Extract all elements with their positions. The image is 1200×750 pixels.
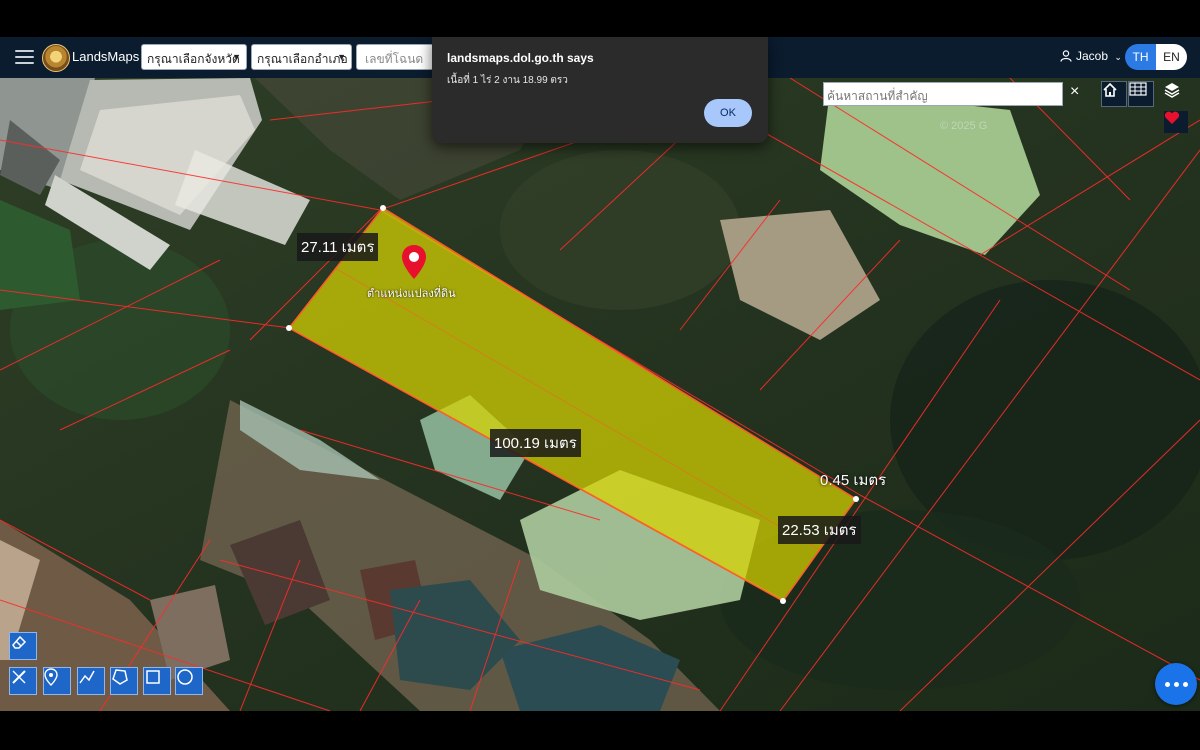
- home-icon: [1103, 82, 1117, 97]
- marker-tool-button[interactable]: [43, 667, 71, 695]
- eraser-icon: [12, 635, 27, 649]
- marker-icon: [44, 668, 58, 686]
- polygon-tool-button[interactable]: [110, 667, 138, 695]
- dialog-title: landsmaps.dol.go.th says: [447, 51, 594, 65]
- rectangle-icon: [146, 670, 160, 684]
- letterbox-bottom: [0, 711, 1200, 750]
- chevron-down-icon: ▼: [337, 52, 346, 62]
- circle-icon: [177, 669, 193, 685]
- polyline-tool-button[interactable]: [77, 667, 105, 695]
- measurement-bottom-edge: 22.53 เมตร: [778, 516, 861, 544]
- deed-number-input[interactable]: เลขที่โฉนด: [356, 44, 434, 70]
- dialog-message: เนื้อที่ 1 ไร่ 2 งาน 18.99 ตรว: [447, 75, 568, 86]
- measurement-long-edge: 100.19 เมตร: [490, 429, 581, 457]
- measurement-short-segment: 0.45 เมตร: [820, 472, 887, 489]
- chevron-down-icon: ▼: [232, 52, 241, 62]
- chevron-down-icon: ⌄: [1114, 52, 1122, 62]
- grid-icon: [1129, 82, 1147, 96]
- dot-icon: [1164, 681, 1170, 687]
- polygon-icon: [112, 669, 128, 685]
- map-view[interactable]: ค้นหาสถานที่สำคัญ × © 2025 G ตำแหน่งแปลง…: [0, 78, 1200, 711]
- district-select[interactable]: กรุณาเลือกอำเภอ ▼: [251, 44, 352, 70]
- browser-alert-dialog: landsmaps.dol.go.th says เนื้อที่ 1 ไร่ …: [432, 37, 768, 143]
- measurement-top-edge: 27.11 เมตร: [297, 233, 379, 261]
- ruler-tool-button[interactable]: [9, 667, 37, 695]
- landmark-search-input[interactable]: ค้นหาสถานที่สำคัญ: [823, 82, 1063, 106]
- polyline-icon: [79, 670, 95, 684]
- ok-button[interactable]: OK: [704, 99, 752, 127]
- dol-logo[interactable]: [42, 44, 70, 72]
- user-name: Jacob: [1076, 49, 1109, 63]
- satellite-imagery: [0, 78, 1200, 711]
- eraser-tool-button[interactable]: [9, 632, 37, 660]
- layers-icon: [1164, 83, 1180, 98]
- menu-icon[interactable]: [15, 50, 34, 65]
- layers-button[interactable]: [1163, 81, 1189, 107]
- dot-icon: [1173, 681, 1179, 687]
- province-select[interactable]: กรุณาเลือกจังหวัด ▼: [141, 44, 247, 70]
- lang-en-button[interactable]: EN: [1156, 44, 1187, 70]
- close-icon[interactable]: ×: [1070, 83, 1079, 101]
- lang-th-button[interactable]: TH: [1125, 44, 1156, 70]
- user-icon: [1060, 50, 1072, 62]
- heart-icon: [1164, 111, 1180, 124]
- circle-tool-button[interactable]: [175, 667, 203, 695]
- letterbox-top: [0, 0, 1200, 37]
- location-pin-icon[interactable]: [401, 244, 427, 280]
- brand-name[interactable]: LandsMaps: [72, 49, 139, 64]
- pin-caption: ตำแหน่งแปลงที่ดิน: [367, 288, 456, 300]
- more-options-button[interactable]: [1155, 663, 1197, 705]
- grid-button[interactable]: [1128, 81, 1154, 107]
- province-select-value: กรุณาเลือกจังหวัด: [147, 52, 240, 66]
- language-toggle[interactable]: TH EN: [1125, 44, 1187, 70]
- map-watermark: © 2025 G: [940, 120, 988, 132]
- rectangle-tool-button[interactable]: [143, 667, 171, 695]
- ruler-icon: [12, 670, 26, 684]
- user-menu[interactable]: Jacob ⌄: [1060, 49, 1122, 63]
- home-button[interactable]: [1101, 81, 1127, 107]
- dot-icon: [1182, 681, 1188, 687]
- district-select-value: กรุณาเลือกอำเภอ: [257, 52, 348, 66]
- favorite-button[interactable]: [1164, 111, 1188, 133]
